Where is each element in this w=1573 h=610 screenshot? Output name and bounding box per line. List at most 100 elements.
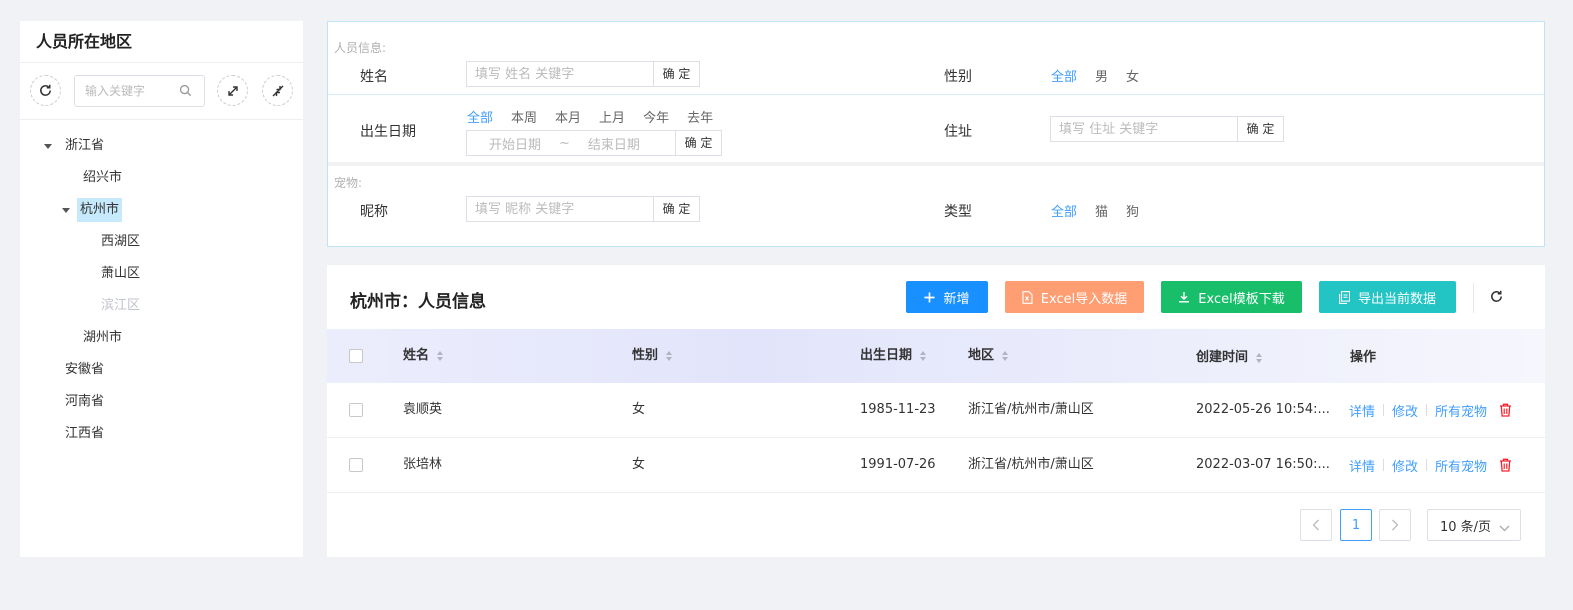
page-size-value: 10 条/页 — [1440, 519, 1492, 535]
search-icon[interactable] — [179, 84, 192, 101]
cell-birth: 1991-07-26 — [860, 457, 936, 472]
add-button[interactable]: 新增 — [906, 281, 988, 313]
excel-template-label: Excel模板下载 — [1198, 291, 1285, 307]
column-header-gender[interactable]: 性别 — [632, 329, 673, 383]
column-header-name[interactable]: 姓名 — [403, 329, 444, 383]
tree-node-anhui[interactable]: 安徽省 — [62, 358, 107, 382]
sort-icon[interactable] — [437, 351, 444, 361]
pet-type-option-cat[interactable]: 猫 — [1095, 201, 1108, 220]
gender-option-male[interactable]: 男 — [1095, 66, 1108, 85]
birth-option-last-year[interactable]: 去年 — [687, 107, 713, 126]
cell-created: 2022-05-26 10:54:... — [1196, 402, 1330, 417]
tree-collapse-all-button[interactable] — [262, 75, 293, 106]
add-button-label: 新增 — [943, 291, 970, 307]
column-header-region[interactable]: 地区 — [968, 329, 1009, 383]
sort-icon[interactable] — [1002, 351, 1009, 361]
caret-down-icon[interactable] — [62, 208, 70, 213]
edit-link[interactable]: 修改 — [1392, 401, 1418, 420]
row-actions: 详情 修改 所有宠物 — [1349, 438, 1512, 492]
tree-node-jiangxi[interactable]: 江西省 — [62, 422, 107, 446]
sort-icon[interactable] — [1256, 353, 1263, 363]
end-date-input[interactable]: 结束日期 — [588, 134, 640, 153]
column-header-actions: 操作 — [1350, 331, 1376, 385]
table-row: 袁顺英 女 1985-11-23 浙江省/杭州市/萧山区 2022-05-26 … — [327, 383, 1545, 438]
birth-option-all[interactable]: 全部 — [467, 107, 493, 126]
tree-search-input[interactable] — [75, 76, 175, 106]
tree-node-huzhou[interactable]: 湖州市 — [80, 326, 125, 350]
gender-option-all[interactable]: 全部 — [1051, 66, 1077, 85]
tree-node-hangzhou[interactable]: 杭州市 — [77, 198, 123, 222]
chevron-right-icon — [1392, 519, 1399, 531]
address-input[interactable] — [1051, 117, 1237, 141]
column-header-label: 出生日期 — [860, 348, 913, 363]
pet-type-option-dog[interactable]: 狗 — [1126, 201, 1139, 220]
page-number-button[interactable]: 1 — [1340, 509, 1372, 541]
row-actions: 详情 修改 所有宠物 — [1349, 383, 1512, 437]
person-table-panel: 杭州市：人员信息 新增 Excel导入数据 Excel模板下载 导出当前数据 姓… — [327, 265, 1545, 557]
cell-birth: 1985-11-23 — [860, 402, 936, 417]
expand-icon — [227, 85, 238, 96]
table-refresh-button[interactable] — [1489, 289, 1504, 308]
caret-down-icon[interactable] — [44, 144, 52, 149]
tree-node-xiaoshan[interactable]: 萧山区 — [98, 262, 143, 286]
tree-node-zhejiang[interactable]: 浙江省 — [62, 134, 107, 158]
all-pets-link[interactable]: 所有宠物 — [1435, 456, 1487, 475]
refresh-icon — [40, 84, 51, 96]
export-data-label: 导出当前数据 — [1357, 291, 1436, 307]
sort-icon[interactable] — [920, 351, 927, 361]
row-checkbox[interactable] — [349, 458, 363, 472]
select-all-checkbox[interactable] — [349, 349, 363, 363]
name-confirm-button[interactable]: 确 定 — [653, 62, 699, 86]
column-header-created[interactable]: 创建时间 — [1196, 331, 1263, 385]
birth-option-last-month[interactable]: 上月 — [599, 107, 625, 126]
column-header-label: 姓名 — [403, 348, 430, 363]
prev-page-button[interactable] — [1300, 509, 1332, 541]
cell-region: 浙江省/杭州市/萧山区 — [968, 402, 1094, 417]
row-checkbox[interactable] — [349, 403, 363, 417]
cell-region: 浙江省/杭州市/萧山区 — [968, 457, 1094, 472]
tree-node-xihu[interactable]: 西湖区 — [98, 230, 143, 254]
nickname-filter: 确 定 — [466, 196, 700, 222]
cell-gender: 女 — [632, 457, 646, 472]
detail-link[interactable]: 详情 — [1349, 456, 1375, 475]
export-data-button[interactable]: 导出当前数据 — [1319, 281, 1456, 313]
trash-icon[interactable] — [1499, 458, 1512, 472]
tree-refresh-button[interactable] — [30, 75, 61, 106]
next-page-button[interactable] — [1379, 509, 1411, 541]
tree-expand-all-button[interactable] — [217, 75, 248, 106]
all-pets-link[interactable]: 所有宠物 — [1435, 401, 1487, 420]
birth-option-this-week[interactable]: 本周 — [511, 107, 537, 126]
pet-type-option-all[interactable]: 全部 — [1051, 201, 1077, 220]
sort-icon[interactable] — [666, 351, 673, 361]
column-header-birth[interactable]: 出生日期 — [860, 329, 927, 383]
nickname-confirm-button[interactable]: 确 定 — [653, 197, 699, 221]
nickname-input[interactable] — [467, 197, 653, 221]
name-input[interactable] — [467, 62, 653, 86]
toolbar-divider — [1473, 283, 1474, 313]
tree-node-henan[interactable]: 河南省 — [62, 390, 107, 414]
action-separator — [1426, 404, 1428, 416]
table-header: 姓名 性别 出生日期 地区 创建时间 操作 — [327, 329, 1545, 383]
edit-link[interactable]: 修改 — [1392, 456, 1418, 475]
trash-icon[interactable] — [1499, 403, 1512, 417]
birth-confirm-button[interactable]: 确 定 — [675, 131, 721, 155]
start-date-input[interactable]: 开始日期 — [489, 134, 541, 153]
address-confirm-button[interactable]: 确 定 — [1237, 117, 1283, 141]
cell-name: 张培林 — [403, 457, 443, 472]
birth-option-this-month[interactable]: 本月 — [555, 107, 581, 126]
birth-date-range: 开始日期 ~ 结束日期 确 定 — [466, 130, 722, 156]
range-separator: ~ — [559, 135, 570, 151]
column-header-label: 性别 — [632, 348, 659, 363]
gender-label: 性别 — [944, 69, 972, 85]
address-label: 住址 — [944, 124, 972, 140]
nickname-label: 昵称 — [360, 204, 388, 220]
gender-option-female[interactable]: 女 — [1126, 66, 1139, 85]
page-size-select[interactable]: 10 条/页 — [1427, 509, 1521, 541]
excel-import-button[interactable]: Excel导入数据 — [1005, 281, 1144, 313]
detail-link[interactable]: 详情 — [1349, 401, 1375, 420]
column-header-label: 创建时间 — [1196, 350, 1249, 365]
tree-node-shaoxing[interactable]: 绍兴市 — [80, 166, 125, 190]
excel-template-download-button[interactable]: Excel模板下载 — [1161, 281, 1302, 313]
birth-label: 出生日期 — [360, 124, 416, 140]
birth-option-this-year[interactable]: 今年 — [643, 107, 669, 126]
